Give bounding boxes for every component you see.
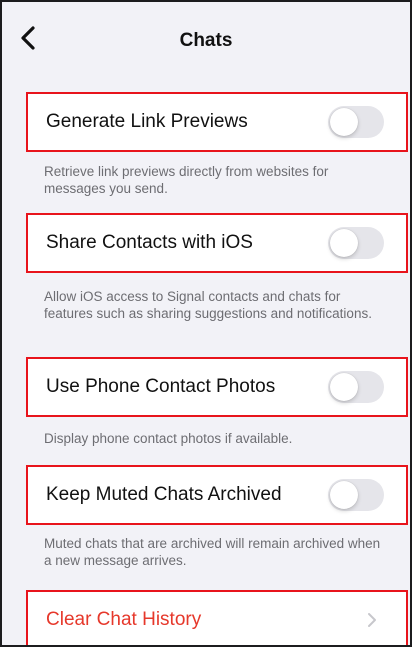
toggle-knob: [330, 108, 358, 136]
toggle-knob: [330, 229, 358, 257]
muted-archived-toggle[interactable]: [328, 479, 384, 511]
share-contacts-row[interactable]: Share Contacts with iOS: [26, 213, 408, 273]
muted-archived-label: Keep Muted Chats Archived: [46, 484, 282, 505]
link-previews-label: Generate Link Previews: [46, 111, 248, 132]
link-previews-row[interactable]: Generate Link Previews: [26, 92, 408, 152]
contact-photos-footer: Display phone contact photos if availabl…: [44, 431, 293, 446]
muted-archived-row[interactable]: Keep Muted Chats Archived: [26, 465, 408, 525]
share-contacts-footer: Allow iOS access to Signal contacts and …: [44, 289, 372, 321]
navigation-bar: Chats: [2, 2, 410, 82]
contact-photos-row[interactable]: Use Phone Contact Photos: [26, 357, 408, 417]
contact-photos-toggle[interactable]: [328, 371, 384, 403]
toggle-knob: [330, 373, 358, 401]
link-previews-toggle[interactable]: [328, 106, 384, 138]
page-title: Chats: [179, 30, 233, 51]
chevron-right-icon: [368, 613, 376, 627]
clear-chat-history-label: Clear Chat History: [46, 609, 202, 630]
share-contacts-toggle[interactable]: [328, 227, 384, 259]
muted-archived-footer: Muted chats that are archived will remai…: [44, 536, 381, 568]
link-previews-footer: Retrieve link previews directly from web…: [44, 164, 329, 196]
clear-chat-history-button[interactable]: Clear Chat History: [26, 590, 408, 645]
toggle-knob: [330, 481, 358, 509]
share-contacts-label: Share Contacts with iOS: [46, 232, 253, 253]
chats-settings-screen: Chats Generate Link Previews Retrieve li…: [0, 0, 412, 647]
contact-photos-label: Use Phone Contact Photos: [46, 376, 276, 397]
